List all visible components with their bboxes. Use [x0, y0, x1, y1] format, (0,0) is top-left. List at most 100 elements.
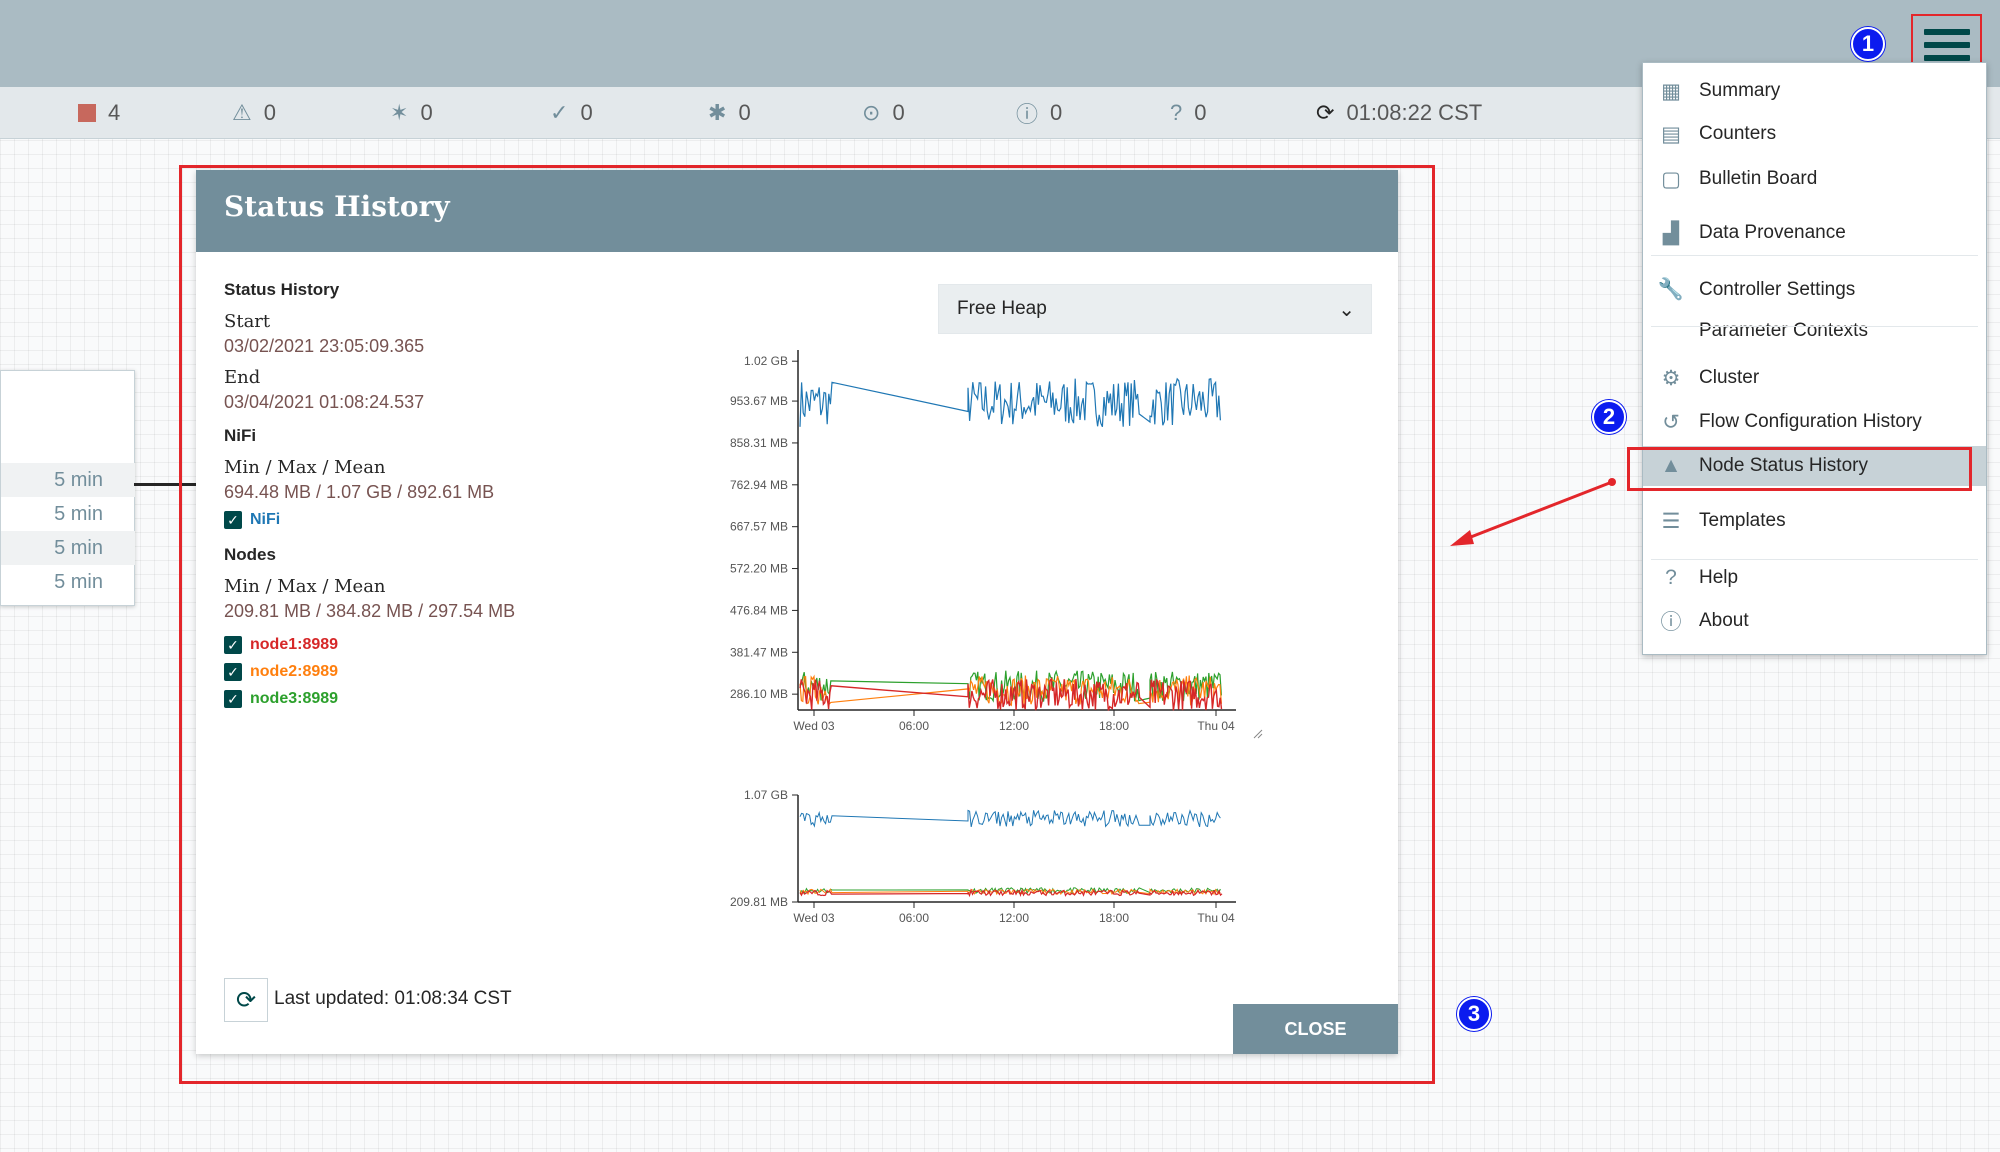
- info-circle-icon: ⓘ: [1660, 611, 1682, 634]
- y-tick-label: 572.20 MB: [730, 562, 788, 576]
- nodes-title: Nodes: [224, 545, 276, 564]
- menu-item-label: Bulletin Board: [1699, 168, 1818, 189]
- up-to-date-count: ✓ 0: [550, 100, 593, 125]
- annotation-arrow: [1450, 478, 1616, 546]
- menu-item-parameter-contexts[interactable]: Parameter Contexts: [1643, 311, 1986, 351]
- dialog-header: Status History: [196, 170, 1398, 252]
- nifi-title: NiFi: [224, 426, 257, 445]
- list-item: 5 min: [1, 531, 135, 565]
- invalid-count: ⚠ 0: [232, 100, 276, 125]
- menu-item-label: Summary: [1699, 80, 1781, 101]
- overview-x-tick-label: Wed 03: [793, 911, 834, 925]
- menu-divider: [1651, 255, 1978, 256]
- check-icon: ✓: [550, 100, 569, 125]
- refresh-icon: ⟳: [1316, 100, 1335, 125]
- callout-3: 3: [1457, 997, 1491, 1031]
- x-tick-label: 06:00: [899, 719, 929, 733]
- locally-modified-stale-count: ⓘ 0: [1016, 87, 1062, 139]
- start-value: 03/02/2021 23:05:09.365: [224, 335, 425, 356]
- menu-item-label: Flow Configuration History: [1699, 411, 1922, 432]
- refresh-icon: ⟳: [235, 986, 257, 1014]
- wrench-icon: 🔧: [1657, 278, 1685, 301]
- sync-failure-count: ? 0: [1170, 100, 1207, 125]
- templates-icon: ☰: [1661, 509, 1681, 533]
- menu-item-templates[interactable]: ☰ Templates: [1643, 501, 1986, 541]
- provenance-icon: ▟: [1662, 221, 1680, 245]
- checkbox-checked-icon: ✓: [224, 510, 242, 529]
- cluster-icon: ⚙: [1661, 366, 1681, 390]
- menu-item-label: Parameter Contexts: [1699, 320, 1868, 341]
- list-item: 5 min: [54, 571, 103, 593]
- overview-y-tick-label: 209.81 MB: [730, 895, 788, 909]
- nifi-checkbox[interactable]: ✓ NiFi: [224, 506, 704, 533]
- node1-checkbox[interactable]: ✓ node1:8989: [224, 631, 704, 658]
- start-label: Start: [224, 311, 271, 332]
- status-history-chart[interactable]: 1.02 GB 953.67 MB 858.31 MB 762.94 MB 667.57…: [696, 340, 1396, 960]
- menu-item-about[interactable]: ⓘ About: [1643, 601, 1986, 641]
- menu-item-label: Controller Settings: [1699, 279, 1856, 300]
- overview-x-tick-label: Thu 04: [1197, 911, 1235, 925]
- status-history-dialog: Status History Status History Start 03/0…: [196, 170, 1398, 1054]
- menu-item-label: Cluster: [1699, 367, 1760, 388]
- menu-item-label: Help: [1699, 567, 1739, 588]
- question-icon: ?: [1170, 100, 1183, 125]
- callout-1: 1: [1851, 27, 1885, 61]
- overview-nifi-line: [799, 809, 1221, 828]
- nodes-mmm-value: 209.81 MB / 384.82 MB / 297.54 MB: [224, 600, 516, 621]
- list-item: 5 min: [1, 463, 135, 497]
- stopped-count: 4: [78, 87, 120, 139]
- menu-divider: [1651, 559, 1978, 560]
- menu-item-label: Counters: [1699, 123, 1777, 144]
- checkbox-checked-icon: ✓: [224, 662, 242, 681]
- x-tick-label: 18:00: [1099, 719, 1129, 733]
- exclamation-circle-icon: ⓘ: [1016, 102, 1039, 127]
- y-tick-label: 476.84 MB: [730, 603, 788, 617]
- y-tick-label: 1.02 GB: [744, 354, 788, 368]
- question-circle-icon: ?: [1665, 566, 1677, 589]
- canvas-component-panel: 5 min 5 min 5 min 5 min: [0, 370, 135, 606]
- menu-item-cluster[interactable]: ⚙ Cluster: [1643, 358, 1986, 398]
- disabled-count: ✶ 0: [390, 100, 433, 125]
- nodes-mmm-label: Min / Max / Mean: [224, 576, 386, 597]
- last-updated-text: Last updated: 01:08:34 CST: [274, 988, 512, 1009]
- refresh-status[interactable]: ⟳ 01:08:22 CST: [1316, 87, 1482, 139]
- nifi-mmm-value: 694.48 MB / 1.07 GB / 892.61 MB: [224, 481, 495, 502]
- menu-item-summary[interactable]: ▦ Summary: [1643, 71, 1986, 111]
- x-tick-label: Thu 04: [1197, 719, 1235, 733]
- arrow-circle-up-icon: ⊙: [862, 100, 881, 125]
- menu-item-counters[interactable]: ▤ Counters: [1643, 114, 1986, 154]
- stop-icon: [78, 104, 96, 122]
- close-button[interactable]: CLOSE: [1233, 1004, 1398, 1054]
- overview-x-tick-label: 12:00: [999, 911, 1029, 925]
- y-tick-label: 667.57 MB: [730, 520, 788, 534]
- node3-checkbox[interactable]: ✓ node3:8989: [224, 685, 704, 712]
- history-icon: ↺: [1662, 410, 1680, 434]
- checkbox-checked-icon: ✓: [224, 689, 242, 708]
- y-tick-label: 286.10 MB: [730, 687, 788, 701]
- menu-item-controller-settings[interactable]: 🔧 Controller Settings: [1643, 270, 1986, 310]
- menu-item-flow-configuration-history[interactable]: ↺ Flow Configuration History: [1643, 402, 1986, 442]
- counter-icon: ▤: [1661, 122, 1681, 146]
- resize-handle-icon: [1253, 729, 1263, 739]
- stale-count: ⊙ 0: [862, 100, 905, 125]
- metric-select[interactable]: Free Heap ⌄: [938, 284, 1372, 334]
- table-icon: ▦: [1661, 79, 1681, 103]
- overview-x-tick-label: 06:00: [899, 911, 929, 925]
- menu-item-label: About: [1699, 610, 1749, 631]
- y-tick-label: 953.67 MB: [730, 394, 788, 408]
- menu-item-help[interactable]: ? Help: [1643, 558, 1986, 598]
- menu-item-data-provenance[interactable]: ▟ Data Provenance: [1643, 213, 1986, 253]
- menu-item-highlight-box: [1627, 447, 1972, 491]
- section-title: Status History: [224, 280, 340, 299]
- overview-x-tick-label: 18:00: [1099, 911, 1129, 925]
- sticky-note-icon: ▢: [1661, 167, 1681, 191]
- menu-item-bulletin-board[interactable]: ▢ Bulletin Board: [1643, 159, 1986, 199]
- series-nifi-line: [799, 377, 1221, 428]
- refresh-button[interactable]: ⟳: [224, 978, 268, 1022]
- end-value: 03/04/2021 01:08:24.537: [224, 391, 425, 412]
- warning-icon: ⚠: [232, 100, 252, 125]
- x-tick-label: Wed 03: [793, 719, 834, 733]
- dialog-title: Status History: [224, 190, 450, 223]
- overview-y-tick-label: 1.07 GB: [744, 788, 788, 802]
- node2-checkbox[interactable]: ✓ node2:8989: [224, 658, 704, 685]
